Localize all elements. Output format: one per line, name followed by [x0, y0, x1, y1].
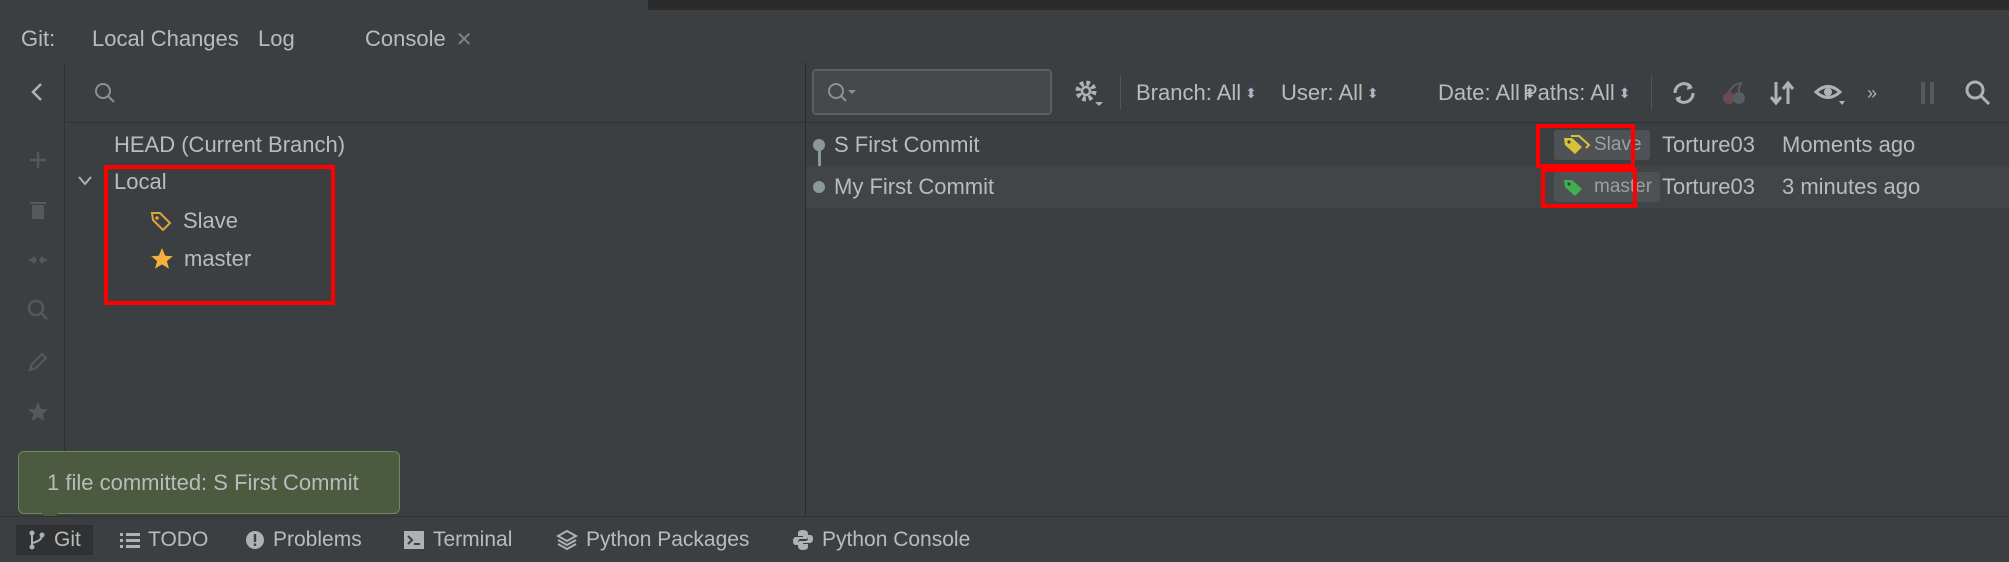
search-history-icon [828, 83, 856, 102]
graph-node [813, 139, 825, 151]
notification-text: 1 file committed: S First Commit [47, 470, 359, 495]
bottom-tab-label: TODO [148, 528, 209, 551]
commit-row[interactable]: My First Commit master Torture03 3 minut… [806, 166, 2009, 208]
date-filter[interactable]: Date: All ⬍ [1438, 80, 1536, 106]
commit-message: My First Commit [834, 174, 995, 199]
branch-filter-label: Branch: All [1136, 80, 1242, 105]
search-icon [95, 83, 115, 103]
bottom-tab-label: Terminal [433, 528, 513, 551]
bottom-tab-label: Python Console [822, 528, 971, 551]
merge-icon[interactable] [20, 242, 56, 278]
close-icon[interactable]: ✕ [456, 29, 473, 51]
date-filter-label: Date: All [1438, 80, 1520, 105]
highlight-box [104, 165, 335, 305]
search-icon[interactable] [20, 292, 56, 328]
commit-date: Moments ago [1782, 132, 1916, 157]
problems-icon [246, 531, 264, 549]
commit-message: S First Commit [834, 132, 980, 157]
log-panel: Branch: All ⬍ User: All ⬍ Date: All ⬍ Paths… [806, 62, 2009, 516]
commit-author: Torture03 [1662, 132, 1755, 157]
star-icon[interactable] [20, 394, 56, 430]
bottom-tab-todo[interactable]: TODO [120, 525, 208, 555]
branch-head[interactable]: HEAD (Current Branch) [114, 132, 345, 158]
commit-date: 3 minutes ago [1782, 174, 1921, 199]
user-filter[interactable]: User: All ⬍ [1281, 80, 1379, 106]
layers-icon [556, 529, 578, 551]
pause-icon[interactable] [1912, 77, 1944, 109]
git-branch-icon [29, 530, 45, 550]
list-icon [120, 533, 140, 548]
search-icon[interactable] [1962, 77, 1994, 109]
add-icon[interactable] [20, 142, 56, 178]
branches-search[interactable] [65, 62, 805, 123]
bottom-tab-python-packages[interactable]: Python Packages [556, 525, 749, 555]
eye-icon[interactable] [1814, 77, 1846, 109]
branches-toolbar [0, 62, 65, 516]
log-search[interactable] [812, 69, 1052, 115]
bottom-tab-problems[interactable]: Problems [245, 525, 362, 555]
tab-console[interactable]: Console ✕ [365, 24, 472, 62]
chevron-down-icon[interactable] [77, 175, 93, 187]
python-icon [793, 530, 813, 550]
tool-window-title: Git: [21, 26, 56, 51]
bottom-tab-python-console[interactable]: Python Console [792, 525, 970, 555]
bottom-tab-terminal[interactable]: Terminal [403, 525, 512, 555]
back-icon[interactable] [20, 74, 56, 110]
log-toolbar: Branch: All ⬍ User: All ⬍ Date: All ⬍ Paths… [806, 62, 2009, 123]
bottom-tab-label: Python Packages [586, 528, 750, 551]
tool-window-tab-bar: Git: Local Changes Log Console ✕ [0, 12, 2009, 66]
settings-icon[interactable] [1072, 77, 1104, 109]
commit-author: Torture03 [1662, 174, 1755, 199]
delete-icon[interactable] [20, 192, 56, 228]
graph-node [813, 181, 825, 193]
tab-local-changes[interactable]: Local Changes [92, 24, 239, 62]
bottom-tab-git[interactable]: Git [16, 525, 93, 555]
tool-window-bar: Git TODO Problems Terminal Python Packag… [0, 516, 2009, 562]
paths-filter[interactable]: Paths: All ⬍ [1523, 80, 1630, 106]
tab-console-label: Console [365, 26, 446, 51]
branch-filter[interactable]: Branch: All ⬍ [1136, 80, 1257, 106]
branches-panel: HEAD (Current Branch) Local Slave master [65, 62, 806, 516]
highlight-box [1541, 168, 1637, 208]
paths-filter-label: Paths: All [1523, 80, 1615, 105]
log-search-input[interactable] [866, 75, 1048, 111]
bottom-tab-label: Problems [273, 528, 362, 551]
highlight-box [1536, 124, 1635, 168]
top-strip [0, 0, 2009, 12]
sort-icon[interactable] [1766, 77, 1798, 109]
bottom-tab-label: Git [54, 528, 81, 551]
edit-icon[interactable] [20, 344, 56, 380]
refresh-icon[interactable] [1668, 77, 1700, 109]
more-icon[interactable]: » [1856, 77, 1888, 109]
user-filter-label: User: All [1281, 80, 1363, 105]
branches-search-input[interactable] [127, 72, 771, 114]
cherry-pick-icon[interactable] [1718, 77, 1750, 109]
commit-row[interactable]: S First Commit Slave Torture03 Moments a… [806, 124, 2009, 166]
notification-balloon[interactable]: 1 file committed: S First Commit [18, 451, 400, 514]
tab-log[interactable]: Log [234, 24, 319, 66]
terminal-icon [404, 531, 424, 549]
